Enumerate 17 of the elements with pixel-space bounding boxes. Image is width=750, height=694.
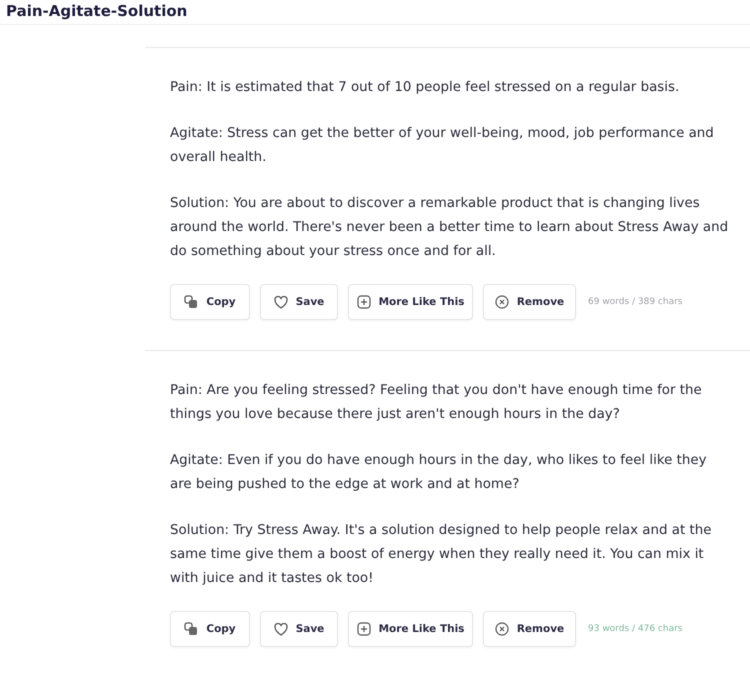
result-paragraph: Agitate: Even if you do have enough hours in the day, who likes to feel like they are being pushed to the edge at work and at home? <box>170 452 708 494</box>
remove-button[interactable]: Remove <box>483 611 576 647</box>
save-button[interactable]: Save <box>260 611 338 647</box>
result-paragraph: Agitate: Stress can get the better of your well-being, mood, job performance and overall health. <box>170 125 715 167</box>
word-count: 93 words / 476 chars <box>588 624 682 634</box>
word-count: 69 words / 389 chars <box>588 297 682 307</box>
save-button[interactable]: Save <box>260 284 338 320</box>
copy-button[interactable]: Copy <box>170 284 250 320</box>
result-paragraph: Solution: Try Stress Away. It's a solution designed to help people relax and at the same time give them a boost of energy when they really need it. You can mix it with juice and it tastes ok too! <box>170 522 712 588</box>
remove-button[interactable]: Remove <box>483 284 576 320</box>
page-title: Pain-Agitate-Solution <box>0 0 750 25</box>
result-paragraph: Solution: You are about to discover a remarkable product that is changing lives around the world. There's never been a better time to learn about Stress Away and do something about your stress once and for all. <box>170 195 730 261</box>
more-button[interactable]: More Like This <box>348 284 473 320</box>
more-button[interactable]: More Like This <box>348 611 473 647</box>
result-paragraph: Pain: It is estimated that 7 out of 10 people feel stressed on a regular basis. <box>170 79 680 97</box>
result-paragraph: Pain: Are you feeling stressed? Feeling that you don't have enough time for the things you love because there just aren't enough hours in the day? <box>170 382 703 424</box>
copy-button[interactable]: Copy <box>170 611 250 647</box>
